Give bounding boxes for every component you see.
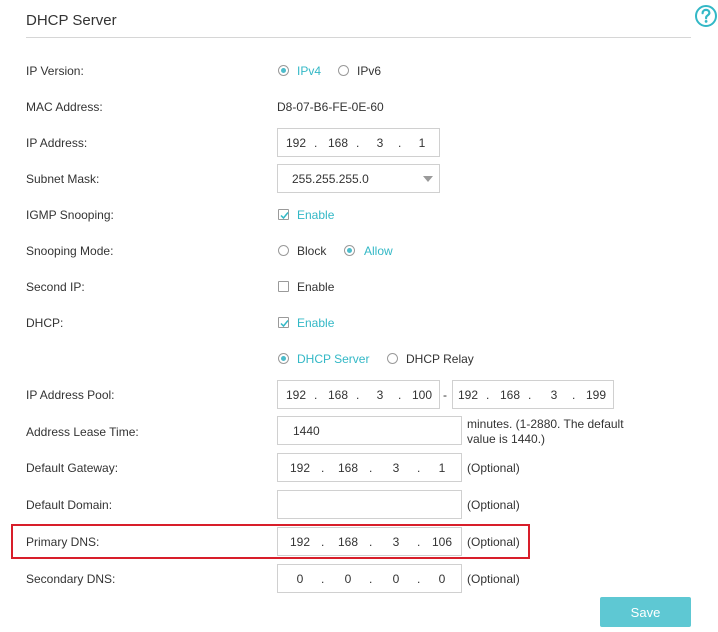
primary-dns-octet-3[interactable]: 3	[382, 535, 410, 549]
lease-time-note-line1: minutes. (1-2880. The default	[467, 417, 624, 431]
primary-dns-octet-4[interactable]: 106	[428, 535, 456, 549]
secondary-dns-label: Secondary DNS:	[26, 572, 116, 586]
igmp-snooping-label: IGMP Snooping:	[26, 208, 114, 222]
pool-start-octet-3[interactable]: 3	[366, 388, 394, 402]
ip-dot: .	[321, 461, 325, 475]
ip-dot: .	[417, 461, 421, 475]
primary-dns-hint: (Optional)	[467, 535, 520, 549]
pool-end-octet-1[interactable]: 192	[454, 388, 482, 402]
second-ip-enable-label[interactable]: Enable	[297, 280, 334, 294]
ip-dot: .	[369, 535, 373, 549]
default-gateway-input[interactable]: 192 . 168 . 3 . 1	[277, 453, 462, 482]
default-gateway-label: Default Gateway:	[26, 461, 119, 475]
mac-address-value: D8-07-B6-FE-0E-60	[277, 100, 384, 114]
dhcp-relay-radio[interactable]	[387, 353, 398, 364]
pool-start-octet-4[interactable]: 100	[408, 388, 436, 402]
igmp-snooping-enable-label[interactable]: Enable	[297, 208, 334, 222]
ip-address-label: IP Address:	[26, 136, 88, 150]
dhcp-checkbox[interactable]	[278, 317, 289, 328]
lease-time-label: Address Lease Time:	[26, 425, 139, 439]
subnet-mask-value: 255.255.255.0	[292, 172, 369, 186]
ip-dot: .	[398, 136, 402, 150]
igmp-snooping-checkbox[interactable]	[278, 209, 289, 220]
pool-start-octet-1[interactable]: 192	[282, 388, 310, 402]
ip-version-label: IP Version:	[26, 64, 84, 78]
ip-dot: .	[417, 572, 421, 586]
dhcp-enable-label[interactable]: Enable	[297, 316, 334, 330]
dhcp-relay-option-label[interactable]: DHCP Relay	[406, 352, 474, 366]
secondary-dns-octet-4[interactable]: 0	[428, 572, 456, 586]
page-title: DHCP Server	[26, 12, 117, 29]
ip-dot: .	[486, 388, 490, 402]
primary-dns-octet-1[interactable]: 192	[286, 535, 314, 549]
secondary-dns-octet-3[interactable]: 0	[382, 572, 410, 586]
ipv6-option-label[interactable]: IPv6	[357, 64, 381, 78]
second-ip-label: Second IP:	[26, 280, 85, 294]
pool-end-octet-2[interactable]: 168	[496, 388, 524, 402]
save-button[interactable]: Save	[600, 597, 691, 627]
subnet-mask-select[interactable]: 255.255.255.0	[277, 164, 440, 193]
primary-dns-octet-2[interactable]: 168	[334, 535, 362, 549]
ip-dot: .	[314, 388, 318, 402]
ip-dot: .	[321, 572, 325, 586]
ip-dot: .	[321, 535, 325, 549]
dhcp-server-option-label[interactable]: DHCP Server	[297, 352, 369, 366]
ip-pool-start-input[interactable]: 192 . 168 . 3 . 100	[277, 380, 440, 409]
second-ip-checkbox[interactable]	[278, 281, 289, 292]
subnet-mask-label: Subnet Mask:	[26, 172, 100, 186]
pool-end-octet-4[interactable]: 199	[582, 388, 610, 402]
block-radio[interactable]	[278, 245, 289, 256]
lease-time-note-line2: value is 1440.)	[467, 432, 546, 446]
allow-option-label[interactable]: Allow	[364, 244, 393, 258]
default-domain-input[interactable]	[277, 490, 462, 519]
ip-dot: .	[417, 535, 421, 549]
default-gateway-hint: (Optional)	[467, 461, 520, 475]
allow-radio[interactable]	[344, 245, 355, 256]
block-option-label[interactable]: Block	[297, 244, 326, 258]
chevron-down-icon	[423, 176, 433, 182]
primary-dns-input[interactable]: 192 . 168 . 3 . 106	[277, 527, 462, 556]
pool-end-octet-3[interactable]: 3	[540, 388, 568, 402]
gateway-octet-3[interactable]: 3	[382, 461, 410, 475]
ip-dot: .	[356, 136, 360, 150]
ip-octet-1[interactable]: 192	[282, 136, 310, 150]
ip-pool-separator: -	[443, 388, 447, 402]
ip-octet-2[interactable]: 168	[324, 136, 352, 150]
ipv4-radio[interactable]	[278, 65, 289, 76]
ipv4-option-label[interactable]: IPv4	[297, 64, 321, 78]
ip-dot: .	[314, 136, 318, 150]
gateway-octet-1[interactable]: 192	[286, 461, 314, 475]
default-domain-hint: (Optional)	[467, 498, 520, 512]
lease-time-value[interactable]: 1440	[293, 424, 320, 438]
secondary-dns-hint: (Optional)	[467, 572, 520, 586]
secondary-dns-input[interactable]: 0 . 0 . 0 . 0	[277, 564, 462, 593]
ip-dot: .	[398, 388, 402, 402]
gateway-octet-2[interactable]: 168	[334, 461, 362, 475]
ip-dot: .	[572, 388, 576, 402]
gateway-octet-4[interactable]: 1	[428, 461, 456, 475]
title-divider	[26, 37, 691, 38]
secondary-dns-octet-1[interactable]: 0	[286, 572, 314, 586]
ip-dot: .	[369, 572, 373, 586]
pool-start-octet-2[interactable]: 168	[324, 388, 352, 402]
ip-pool-label: IP Address Pool:	[26, 388, 115, 402]
ip-dot: .	[356, 388, 360, 402]
mac-address-label: MAC Address:	[26, 100, 103, 114]
dhcp-server-radio[interactable]	[278, 353, 289, 364]
ip-pool-end-input[interactable]: 192 . 168 . 3 . 199	[452, 380, 614, 409]
lease-time-input[interactable]: 1440	[277, 416, 462, 445]
ip-dot: .	[369, 461, 373, 475]
help-icon[interactable]	[694, 4, 718, 28]
ip-octet-3[interactable]: 3	[366, 136, 394, 150]
ip-octet-4[interactable]: 1	[408, 136, 436, 150]
snooping-mode-label: Snooping Mode:	[26, 244, 114, 258]
dhcp-label: DHCP:	[26, 316, 64, 330]
ip-dot: .	[528, 388, 532, 402]
ipv6-radio[interactable]	[338, 65, 349, 76]
ip-address-input[interactable]: 192 . 168 . 3 . 1	[277, 128, 440, 157]
default-domain-label: Default Domain:	[26, 498, 113, 512]
secondary-dns-octet-2[interactable]: 0	[334, 572, 362, 586]
primary-dns-label: Primary DNS:	[26, 535, 100, 549]
